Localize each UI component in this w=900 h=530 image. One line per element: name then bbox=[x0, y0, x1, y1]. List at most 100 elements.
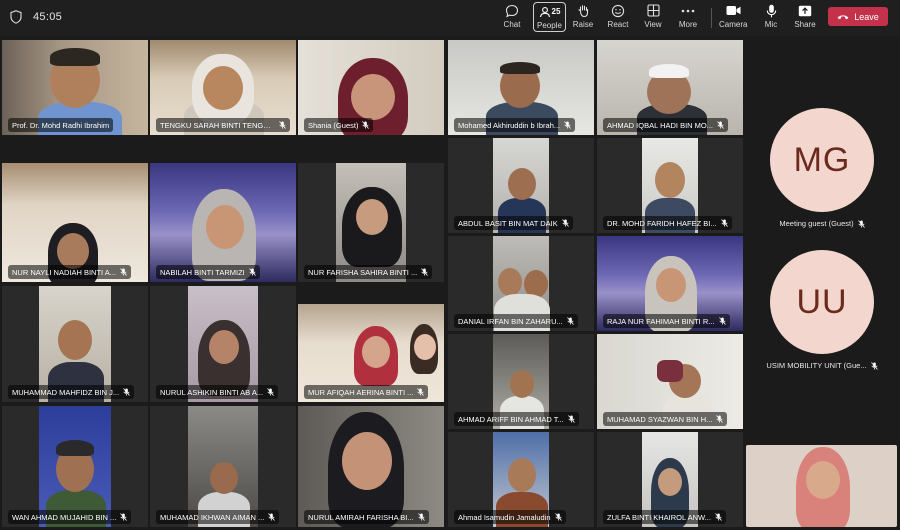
mic-muted-icon bbox=[123, 388, 130, 396]
mic-label: Mic bbox=[764, 20, 778, 29]
mic-muted-icon bbox=[717, 121, 724, 129]
mic-muted-icon bbox=[421, 268, 429, 276]
mic-button[interactable]: Mic bbox=[760, 2, 782, 32]
chat-label: Chat bbox=[503, 20, 521, 29]
mic-muted-icon bbox=[718, 317, 726, 325]
mic-muted-icon bbox=[120, 513, 128, 521]
shield-icon bbox=[10, 10, 22, 24]
smiley-icon bbox=[611, 4, 625, 17]
participant-name-tag: MUHAMAD SYAZWAN BIN H... bbox=[603, 412, 728, 426]
self-view-tile[interactable] bbox=[746, 445, 897, 527]
camera-icon bbox=[726, 6, 741, 15]
people-button[interactable]: 25 People bbox=[533, 2, 566, 32]
participant-name-tag: NABILAH BINTI TARMIZI bbox=[156, 265, 260, 279]
meeting-timer: 45:05 bbox=[33, 11, 63, 23]
chat-button[interactable]: Chat bbox=[501, 2, 523, 32]
mic-muted-icon bbox=[554, 513, 562, 521]
mic-muted-icon bbox=[362, 121, 370, 129]
participant-tile[interactable]: WAN AHMAD MUJAHID BIN ... bbox=[2, 406, 148, 527]
participant-tile[interactable]: MUHAMAD IKHWAN AIMAN ... bbox=[150, 406, 296, 527]
raise-hand-icon bbox=[577, 4, 588, 17]
share-label: Share bbox=[794, 20, 816, 29]
view-button[interactable]: View bbox=[642, 2, 664, 32]
mic-muted-icon bbox=[561, 219, 569, 227]
mic-muted-icon bbox=[564, 121, 571, 129]
people-label: People bbox=[537, 21, 562, 30]
more-dots-icon bbox=[681, 9, 695, 12]
participant-tile[interactable]: AHMAD ARIFF BIN AHMAD T... bbox=[448, 334, 594, 429]
participant-tile[interactable]: MUHAMAD SYAZWAN BIN H... bbox=[597, 334, 743, 429]
mic-muted-icon bbox=[268, 513, 276, 521]
share-button[interactable]: Share bbox=[794, 2, 816, 32]
participant-name-tag: DR. MOHD FARIDH HAFEZ BI... bbox=[603, 216, 732, 230]
camera-label: Camera bbox=[719, 20, 748, 29]
avatar: MG bbox=[770, 108, 874, 212]
hang-up-icon bbox=[837, 14, 849, 19]
share-screen-icon bbox=[798, 5, 812, 16]
view-label: View bbox=[644, 20, 662, 29]
participant-name-tag: NUR NAYLI NADIAH BINTI A... bbox=[8, 265, 132, 279]
participant-name-tag: NURUL AMIRAH FARISHA BI... bbox=[304, 510, 429, 524]
more-button[interactable]: More bbox=[677, 2, 699, 32]
people-count: 25 bbox=[551, 7, 561, 16]
participant-tile[interactable]: MUHAMMAD MAHFIDZ BIN J... bbox=[2, 286, 148, 402]
participant-tile[interactable]: Prof. Dr. Mohd Radhi Ibrahim bbox=[2, 40, 148, 135]
participant-name-tag: WAN AHMAD MUJAHID BIN ... bbox=[8, 510, 132, 524]
participant-tile[interactable]: TENGKU SARAH BINTI TENGKU ... bbox=[150, 40, 296, 135]
participant-tile[interactable]: Mohamed Akhiruddin b Ibrah... bbox=[448, 40, 594, 135]
camera-button[interactable]: Camera bbox=[719, 2, 747, 32]
guest-name-tag: Meeting guest (Guest) bbox=[747, 219, 897, 228]
participant-tile[interactable]: DR. MOHD FARIDH HAFEZ BI... bbox=[597, 138, 743, 233]
toolbar-divider bbox=[711, 8, 712, 28]
participant-name-tag: AHMAD ARIFF BIN AHMAD T... bbox=[454, 412, 579, 426]
mic-muted-icon bbox=[417, 513, 425, 521]
people-icon bbox=[539, 6, 550, 17]
meeting-toolbar: 45:05 Chat 25 People Raise React View Mo… bbox=[0, 0, 900, 36]
mic-muted-icon bbox=[417, 388, 425, 396]
mic-muted-icon bbox=[567, 415, 575, 423]
participant-name-tag: AHMAD IQBAL HADI BIN MO... bbox=[603, 118, 728, 132]
participant-tile[interactable]: Shania (Guest) bbox=[298, 40, 444, 135]
participant-tile[interactable]: ABDUL BASIT BIN MAT DAIK bbox=[448, 138, 594, 233]
participant-tile[interactable]: NUR NAYLI NADIAH BINTI A... bbox=[2, 163, 148, 282]
avatar: UU bbox=[770, 250, 874, 354]
participant-tile[interactable]: Ahmad Isamudin Jamaludin bbox=[448, 432, 594, 527]
participant-name-tag: Mohamed Akhiruddin b Ibrah... bbox=[454, 118, 576, 132]
raise-label: Raise bbox=[572, 20, 594, 29]
mic-muted-icon bbox=[715, 513, 722, 521]
guest-tile[interactable]: MG Meeting guest (Guest) bbox=[747, 108, 897, 246]
participant-tile[interactable]: AHMAD IQBAL HADI BIN MO... bbox=[597, 40, 743, 135]
mic-muted-icon bbox=[120, 268, 127, 276]
guest-tile[interactable]: UU USIM MOBILITY UNIT (Gue... bbox=[747, 250, 897, 388]
participant-tile[interactable]: ZULFA BINTI KHAIROL ANW... bbox=[597, 432, 743, 527]
guest-name-tag: USIM MOBILITY UNIT (Gue... bbox=[747, 361, 897, 370]
mic-muted-icon bbox=[279, 121, 286, 129]
participant-tile[interactable]: NURUL ASHIKIN BINTI AB A... bbox=[150, 286, 296, 402]
participant-tile[interactable]: NUR FARISHA SAHIRA BINTI ... bbox=[298, 163, 444, 282]
mic-muted-icon bbox=[720, 219, 728, 227]
mic-muted-icon bbox=[716, 415, 724, 423]
react-label: React bbox=[607, 20, 629, 29]
participant-name-tag: ZULFA BINTI KHAIROL ANW... bbox=[603, 510, 726, 524]
participant-name-tag: Prof. Dr. Mohd Radhi Ibrahim bbox=[8, 118, 114, 132]
more-label: More bbox=[678, 20, 698, 29]
leave-label: Leave bbox=[854, 11, 879, 22]
participant-name-tag: Shania (Guest) bbox=[304, 118, 374, 132]
participant-tile[interactable]: NURUL AMIRAH FARISHA BI... bbox=[298, 406, 444, 527]
participant-name-tag: MUR AFIQAH AERINA BINTI ... bbox=[304, 385, 429, 399]
participant-name-tag: TENGKU SARAH BINTI TENGKU ... bbox=[156, 118, 290, 132]
participant-name-tag: ABDUL BASIT BIN MAT DAIK bbox=[454, 216, 573, 230]
react-button[interactable]: React bbox=[607, 2, 629, 32]
raise-hand-button[interactable]: Raise bbox=[572, 2, 594, 32]
participant-tile[interactable]: MUR AFIQAH AERINA BINTI ... bbox=[298, 304, 444, 402]
leave-button[interactable]: Leave bbox=[828, 7, 888, 26]
mic-muted-icon bbox=[248, 268, 256, 276]
mic-muted-icon bbox=[870, 361, 878, 370]
participant-name-tag: NURUL ASHIKIN BINTI AB A... bbox=[156, 385, 279, 399]
participant-tile[interactable]: RAJA NUR FAHIMAH BINTI R... bbox=[597, 236, 743, 331]
microphone-icon bbox=[766, 4, 776, 17]
participant-tile[interactable]: NABILAH BINTI TARMIZI bbox=[150, 163, 296, 282]
mic-muted-icon bbox=[857, 219, 865, 228]
participant-name-tag: Ahmad Isamudin Jamaludin bbox=[454, 510, 566, 524]
participant-tile[interactable]: DANIAL IRFAN BIN ZAHARU... bbox=[448, 236, 594, 331]
